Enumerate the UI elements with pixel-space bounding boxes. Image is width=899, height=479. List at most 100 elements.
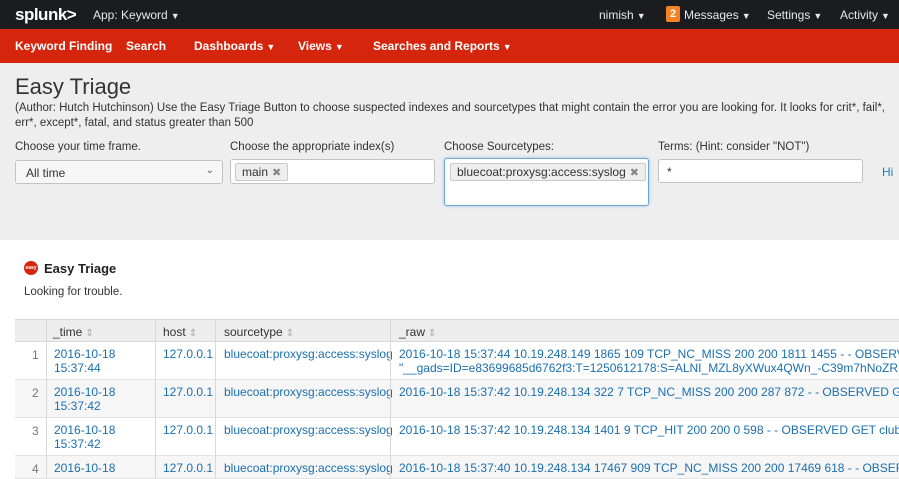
column-divider bbox=[46, 342, 47, 479]
activity-menu-label: Activity bbox=[840, 8, 879, 22]
settings-menu[interactable]: Settings ▼ bbox=[767, 8, 822, 22]
sourcetype-cell[interactable]: bluecoat:proxysg:access:syslog bbox=[224, 348, 393, 361]
nav-searches-label: Searches and Reports bbox=[373, 39, 500, 53]
nav-dashboards-label: Dashboards bbox=[194, 39, 264, 53]
chevron-down-icon: ▼ bbox=[266, 42, 276, 52]
terms-input[interactable]: * bbox=[658, 159, 863, 183]
host-cell[interactable]: 127.0.0.1 bbox=[163, 462, 213, 475]
nav-dashboards[interactable]: Dashboards ▼ bbox=[194, 39, 275, 53]
terms-label: Terms: (Hint: consider "NOT") bbox=[658, 141, 810, 153]
splunk-logo[interactable]: splunk> bbox=[15, 5, 77, 25]
raw-cell-line2[interactable]: "__gads=ID=e83699685d6762f3:T=1250612178… bbox=[399, 362, 899, 375]
col-sourcetype-label: sourcetype bbox=[224, 325, 283, 339]
time-clock-cell[interactable]: 15:37:42 bbox=[54, 400, 101, 413]
sourcetype-cell[interactable]: bluecoat:proxysg:access:syslog bbox=[224, 424, 393, 437]
sourcetype-chip-label: bluecoat:proxysg:access:syslog bbox=[457, 165, 626, 179]
sourcetype-cell[interactable]: bluecoat:proxysg:access:syslog bbox=[224, 462, 393, 475]
sourcetype-multiselect[interactable]: bluecoat:proxysg:access:syslog ✖ bbox=[444, 158, 649, 206]
sort-icon: ⇕ bbox=[428, 328, 437, 339]
remove-chip-icon[interactable]: ✖ bbox=[630, 167, 639, 179]
time-date-cell[interactable]: 2016-10-18 bbox=[54, 462, 115, 475]
host-cell[interactable]: 127.0.0.1 bbox=[163, 386, 213, 399]
raw-cell[interactable]: 2016-10-18 15:37:44 10.19.248.149 1865 1… bbox=[399, 348, 899, 361]
chevron-down-icon: ▼ bbox=[636, 11, 646, 21]
nav-views[interactable]: Views ▼ bbox=[298, 39, 344, 53]
index-chip-label: main bbox=[242, 165, 269, 179]
col-time-header[interactable]: _time ⇕ bbox=[53, 325, 94, 339]
sourcetype-label: Choose Sourcetypes: bbox=[444, 141, 554, 153]
host-cell[interactable]: 127.0.0.1 bbox=[163, 348, 213, 361]
chevron-down-icon: ▼ bbox=[813, 11, 823, 21]
table-row[interactable]: 3 2016-10-18 15:37:42 127.0.0.1 bluecoat… bbox=[15, 418, 899, 456]
host-cell[interactable]: 127.0.0.1 bbox=[163, 424, 213, 437]
page-title: Easy Triage bbox=[15, 74, 132, 99]
column-divider bbox=[390, 342, 391, 479]
row-number: 1 bbox=[32, 348, 39, 362]
row-number: 3 bbox=[32, 424, 39, 438]
results-table-header: _time ⇕ host ⇕ sourcetype ⇕ _raw ⇕ bbox=[15, 319, 899, 342]
chevron-down-icon: ▼ bbox=[502, 42, 512, 52]
chevron-down-icon: ⌄ bbox=[205, 165, 214, 176]
column-divider bbox=[390, 320, 391, 341]
time-clock-cell[interactable]: 15:37:42 bbox=[54, 438, 101, 451]
column-divider bbox=[215, 320, 216, 341]
row-number: 4 bbox=[32, 462, 39, 476]
chevron-down-icon: ▼ bbox=[170, 11, 180, 21]
sourcetype-chip: bluecoat:proxysg:access:syslog ✖ bbox=[450, 163, 646, 181]
sort-icon: ⇕ bbox=[188, 328, 198, 339]
column-divider bbox=[46, 320, 47, 341]
nav-searches-and-reports[interactable]: Searches and Reports ▼ bbox=[373, 39, 512, 53]
dashboard-description: (Author: Hutch Hutchinson) Use the Easy … bbox=[15, 102, 885, 129]
col-time-label: _time bbox=[53, 325, 83, 339]
sort-icon: ⇕ bbox=[85, 328, 94, 339]
hide-filters-link[interactable]: Hi bbox=[882, 165, 893, 179]
panel-title: Easy Triage bbox=[44, 261, 117, 276]
col-host-label: host bbox=[163, 325, 186, 339]
activity-menu[interactable]: Activity ▼ bbox=[840, 8, 890, 22]
time-date-cell[interactable]: 2016-10-18 bbox=[54, 348, 115, 361]
panel-subtitle: Looking for trouble. bbox=[24, 286, 123, 298]
raw-cell[interactable]: 2016-10-18 15:37:42 10.19.248.134 322 7 … bbox=[399, 386, 899, 399]
app-menu[interactable]: App: Keyword ▼ bbox=[93, 8, 180, 22]
time-frame-label: Choose your time frame. bbox=[15, 141, 141, 153]
index-label: Choose the appropriate index(s) bbox=[230, 141, 395, 153]
user-menu-label: nimish bbox=[599, 8, 634, 22]
messages-menu[interactable]: Messages ▼ bbox=[684, 8, 751, 22]
chevron-down-icon: ▼ bbox=[741, 11, 751, 21]
chevron-down-icon: ▼ bbox=[334, 42, 344, 52]
sourcetype-cell[interactable]: bluecoat:proxysg:access:syslog bbox=[224, 386, 393, 399]
time-frame-dropdown[interactable]: All time ⌄ bbox=[15, 160, 223, 184]
column-divider bbox=[215, 342, 216, 479]
table-row[interactable]: 2 2016-10-18 15:37:42 127.0.0.1 bluecoat… bbox=[15, 380, 899, 418]
user-menu[interactable]: nimish ▼ bbox=[599, 8, 646, 22]
top-bar: splunk> App: Keyword ▼ nimish ▼ 2 Messages… bbox=[0, 0, 899, 29]
raw-cell[interactable]: 2016-10-18 15:37:40 10.19.248.134 17467 … bbox=[399, 462, 899, 475]
time-date-cell[interactable]: 2016-10-18 bbox=[54, 386, 115, 399]
time-frame-value: All time bbox=[26, 166, 66, 180]
index-chip: main ✖ bbox=[235, 163, 289, 181]
column-divider bbox=[155, 320, 156, 341]
col-sourcetype-header[interactable]: sourcetype ⇕ bbox=[224, 325, 294, 339]
nav-search[interactable]: Search bbox=[126, 39, 166, 53]
row-number: 2 bbox=[32, 386, 39, 400]
time-clock-cell[interactable]: 15:37:44 bbox=[54, 362, 101, 375]
easy-icon: easy bbox=[24, 261, 38, 275]
remove-chip-icon[interactable]: ✖ bbox=[272, 167, 281, 179]
app-nav-bar: Keyword Finding Search Dashboards ▼ Views… bbox=[0, 29, 899, 63]
index-multiselect[interactable]: main ✖ bbox=[230, 159, 435, 184]
col-raw-header[interactable]: _raw ⇕ bbox=[399, 325, 436, 339]
messages-menu-label: Messages bbox=[684, 8, 739, 22]
settings-menu-label: Settings bbox=[767, 8, 811, 22]
chevron-down-icon: ▼ bbox=[881, 11, 890, 21]
sort-icon: ⇕ bbox=[285, 328, 295, 339]
table-row[interactable]: 4 2016-10-18 127.0.0.1 bluecoat:proxysg:… bbox=[15, 456, 899, 479]
table-row[interactable]: 1 2016-10-18 15:37:44 127.0.0.1 bluecoat… bbox=[15, 342, 899, 380]
column-divider bbox=[155, 342, 156, 479]
message-count-badge[interactable]: 2 bbox=[666, 6, 680, 22]
raw-cell[interactable]: 2016-10-18 15:37:42 10.19.248.134 1401 9… bbox=[399, 424, 899, 437]
nav-views-label: Views bbox=[298, 39, 332, 53]
col-host-header[interactable]: host ⇕ bbox=[163, 325, 197, 339]
col-raw-label: _raw bbox=[399, 325, 426, 339]
nav-keyword-finding[interactable]: Keyword Finding bbox=[15, 39, 112, 53]
time-date-cell[interactable]: 2016-10-18 bbox=[54, 424, 115, 437]
